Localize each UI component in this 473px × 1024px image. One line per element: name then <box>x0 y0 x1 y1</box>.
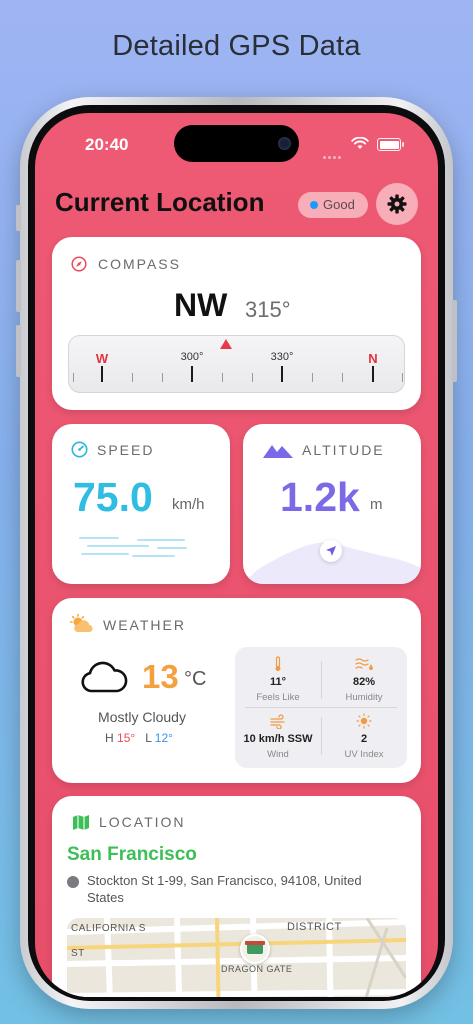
location-arrow-icon <box>326 546 336 556</box>
gps-status-badge[interactable]: Good <box>298 192 368 218</box>
speedometer-icon <box>71 441 88 458</box>
weather-label: WEATHER <box>103 617 186 633</box>
scale-west: W <box>95 351 109 366</box>
sun-icon <box>356 713 372 729</box>
altitude-unit: m <box>370 496 383 513</box>
cloud-icon <box>81 661 128 693</box>
map-label-district: DISTRICT <box>287 921 342 933</box>
compass-scale[interactable]: W 300° 330° N <box>68 335 405 393</box>
speed-lines-decoration <box>79 537 187 557</box>
humidity-cell: 82% Humidity <box>321 656 407 703</box>
battery-icon <box>377 138 401 151</box>
location-card[interactable]: LOCATION San Francisco Stockton St 1-99,… <box>52 796 421 997</box>
altitude-label: ALTITUDE <box>302 442 385 458</box>
phone-volume-down <box>16 325 21 377</box>
status-dot-icon <box>310 201 318 209</box>
compass-direction: NW <box>174 287 228 323</box>
scale-300: 300° <box>180 351 204 363</box>
uv-index-label: UV Index <box>344 749 384 760</box>
location-arrow-button[interactable] <box>320 540 342 562</box>
dynamic-island <box>174 125 299 162</box>
high-temp: 15° <box>117 731 136 745</box>
status-time: 20:40 <box>85 135 129 154</box>
map-icon <box>73 815 89 830</box>
app-screen: 20:40 Current Location Good COMPASS NW 3… <box>35 113 438 997</box>
gear-icon <box>387 194 407 214</box>
feels-like-value: 11° <box>269 676 287 688</box>
altitude-card[interactable]: ALTITUDE 1.2k m <box>243 424 421 584</box>
wind-label: Wind <box>267 749 289 760</box>
humidity-icon <box>355 658 373 670</box>
wifi-icon <box>351 137 369 149</box>
map-label-st: ST <box>71 948 85 959</box>
temperature-value: 13 <box>142 658 179 695</box>
street-address[interactable]: Stockton St 1-99, San Francisco, 94108, … <box>87 872 387 906</box>
headline: Detailed GPS Data <box>112 30 361 62</box>
scale-north: N <box>368 351 378 366</box>
high-low-temps: H 15° L 12° <box>105 731 173 745</box>
humidity-value: 82% <box>352 676 376 688</box>
weather-condition: Mostly Cloudy <box>98 709 186 725</box>
weather-details-grid: 11° Feels Like 82% Humidity 10 km/h SSW … <box>235 647 407 768</box>
partly-cloudy-icon <box>69 614 93 632</box>
settings-button[interactable] <box>376 183 418 225</box>
map-label-dragon-gate: DRAGON GATE <box>221 964 293 974</box>
humidity-label: Humidity <box>345 692 383 703</box>
wind-icon <box>270 714 285 729</box>
landmark-marker-icon[interactable] <box>240 934 270 964</box>
scale-330: 330° <box>270 351 294 363</box>
heading-pointer-icon <box>220 339 232 349</box>
gps-status-label: Good <box>323 197 355 212</box>
low-label: L <box>145 731 152 745</box>
feels-like-label: Feels Like <box>256 692 300 703</box>
speed-unit: km/h <box>172 496 205 513</box>
location-label: LOCATION <box>99 814 186 830</box>
wind-value: 10 km/h SSW <box>243 733 313 745</box>
page-title: Current Location <box>55 187 265 217</box>
location-pin-icon <box>67 876 79 888</box>
phone-side-button <box>16 205 21 231</box>
low-temp: 12° <box>154 731 173 745</box>
compass-card[interactable]: COMPASS NW 315° W 300° 330° N <box>52 237 421 410</box>
map-label-california: CALIFORNIA S <box>71 923 146 934</box>
speed-label: SPEED <box>97 442 155 458</box>
speed-value: 75.0 <box>73 474 153 520</box>
thermometer-icon <box>275 656 281 671</box>
altitude-value: 1.2k <box>280 474 360 520</box>
uv-index-value: 2 <box>360 733 368 745</box>
map-view[interactable]: CALIFORNIA S DISTRICT ST DRAGON GATE <box>67 918 406 997</box>
compass-icon <box>71 256 87 272</box>
speed-card[interactable]: SPEED 75.0 km/h <box>52 424 230 584</box>
city-name: San Francisco <box>67 844 197 865</box>
wind-cell: 10 km/h SSW Wind <box>235 713 321 760</box>
weather-card[interactable]: WEATHER 13 °C Mostly Cloudy H 15° L 12° … <box>52 598 421 783</box>
high-label: H <box>105 731 114 745</box>
mountain-icon <box>263 445 293 458</box>
uv-index-cell: 2 UV Index <box>321 713 407 760</box>
signal-icon <box>323 146 343 164</box>
phone-power-button <box>452 300 457 382</box>
temperature-unit: °C <box>184 668 207 690</box>
compass-degrees: 315° <box>245 297 291 322</box>
compass-label: COMPASS <box>98 256 181 272</box>
phone-volume-up <box>16 260 21 312</box>
feels-like-cell: 11° Feels Like <box>235 656 321 703</box>
